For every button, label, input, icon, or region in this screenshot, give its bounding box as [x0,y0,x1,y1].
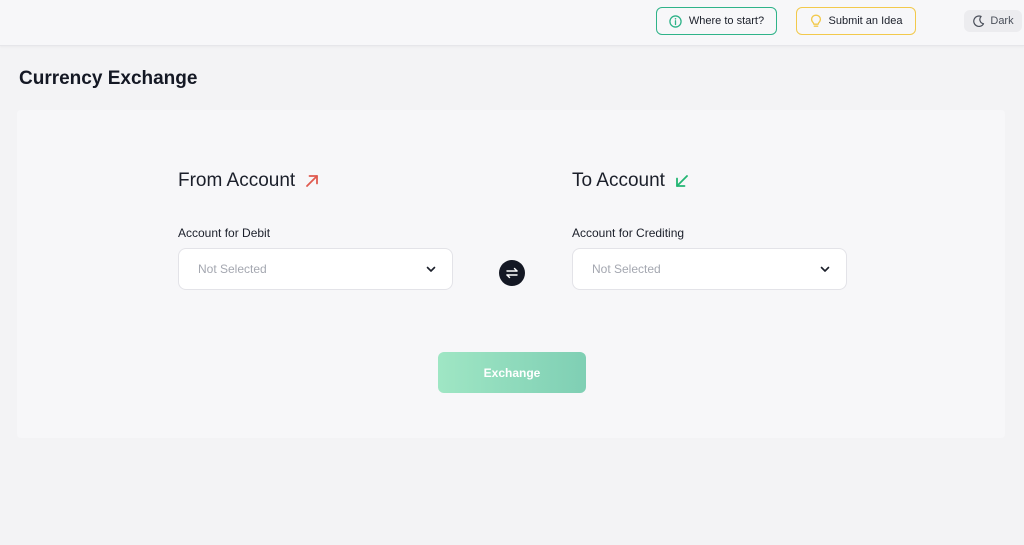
page-title: Currency Exchange [19,68,198,89]
exchange-button-label: Exchange [483,365,541,380]
to-account-heading: To Account [572,170,689,192]
to-account-title: To Account [572,170,665,191]
top-bar: Where to start? Submit an Idea Dark [0,0,1024,46]
debit-account-value: Not Selected [198,262,267,276]
moon-icon [972,14,985,28]
info-circle-icon [669,14,682,28]
lightbulb-icon [810,14,822,28]
debit-account-label: Account for Debit [178,226,271,240]
exchange-button[interactable]: Exchange [438,352,586,393]
theme-toggle-label: Dark [990,15,1014,27]
credit-account-select[interactable]: Not Selected [572,248,847,290]
theme-toggle-button[interactable]: Dark [964,10,1022,32]
submit-idea-button[interactable]: Submit an Idea [796,7,916,35]
submit-idea-label: Submit an Idea [828,15,903,27]
from-account-heading: From Account [178,170,319,192]
chevron-down-icon [820,266,830,273]
swap-arrows-icon [505,267,519,279]
credit-account-label: Account for Crediting [572,226,685,240]
swap-accounts-button[interactable] [499,260,525,286]
arrow-down-left-icon [675,174,689,188]
arrow-up-right-icon [305,174,319,188]
where-to-start-button[interactable]: Where to start? [656,7,777,35]
credit-account-value: Not Selected [592,262,661,276]
from-account-title: From Account [178,170,296,191]
chevron-down-icon [426,266,436,273]
debit-account-select[interactable]: Not Selected [178,248,453,290]
where-to-start-label: Where to start? [688,15,765,27]
